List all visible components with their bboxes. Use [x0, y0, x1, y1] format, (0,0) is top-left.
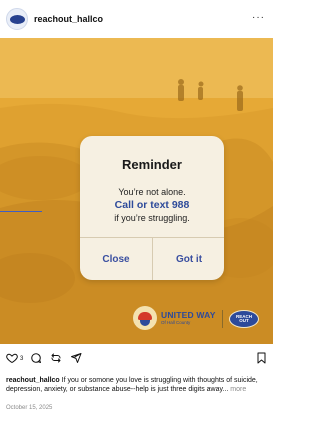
- post-caption: reachout_hallco If you or somone you lov…: [6, 376, 268, 394]
- comment-icon[interactable]: [30, 352, 42, 364]
- share-icon[interactable]: [70, 352, 82, 364]
- bookmark-icon[interactable]: [256, 352, 267, 364]
- reach-out-logo: REACH OUT: [229, 310, 259, 328]
- heart-icon[interactable]: [6, 352, 18, 364]
- reminder-subtext: if you’re struggling.: [114, 213, 190, 223]
- post-header: reachout_hallco ···: [0, 0, 273, 38]
- avatar[interactable]: [6, 8, 28, 30]
- reminder-title: Reminder: [122, 157, 182, 172]
- username[interactable]: reachout_hallco: [34, 14, 103, 24]
- action-bar: 3: [0, 352, 273, 370]
- reminder-card: Reminder You’re not alone. Call or text …: [80, 136, 224, 280]
- united-way-name: UNITED WAY: [161, 309, 216, 320]
- repost-icon[interactable]: [50, 352, 62, 364]
- united-way-logo: UNITED WAY Of Hall County: [133, 306, 216, 330]
- more-options-icon[interactable]: ···: [252, 12, 265, 23]
- like-count: 3: [20, 356, 24, 362]
- caption-username[interactable]: reachout_hallco: [6, 377, 60, 384]
- united-way-subtitle: Of Hall County: [161, 320, 191, 325]
- more-link[interactable]: more: [228, 386, 246, 393]
- reach-out-line2: OUT: [239, 318, 249, 323]
- close-button[interactable]: Close: [80, 238, 152, 280]
- got-it-button[interactable]: Got it: [153, 238, 224, 280]
- post-date: October 15, 2025: [6, 405, 53, 411]
- post-image: Reminder You’re not alone. Call or text …: [0, 38, 273, 344]
- logo-separator: [222, 310, 223, 328]
- united-way-hand-icon: [133, 306, 157, 330]
- edge-line: [0, 211, 42, 212]
- reminder-hotline: Call or text 988: [114, 199, 190, 211]
- reminder-message: You’re not alone.: [118, 187, 186, 197]
